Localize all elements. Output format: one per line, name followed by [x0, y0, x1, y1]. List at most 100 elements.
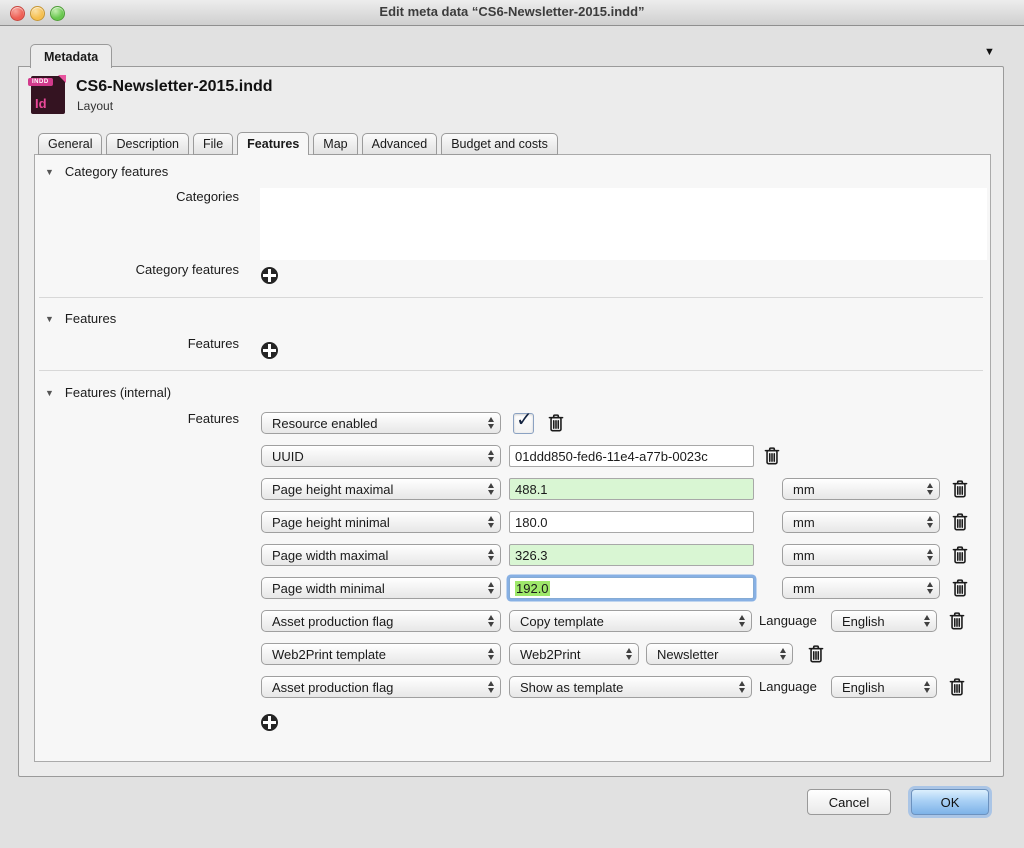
- categories-value-area[interactable]: [260, 188, 987, 260]
- trash-icon[interactable]: [952, 513, 968, 531]
- stepper-icon: [927, 582, 933, 594]
- trash-icon[interactable]: [949, 612, 965, 630]
- ok-button[interactable]: OK: [911, 789, 989, 815]
- feature-key-dropdown[interactable]: Web2Print template: [261, 643, 501, 665]
- newsletter-dropdown[interactable]: Newsletter: [646, 643, 793, 665]
- stepper-icon: [488, 483, 494, 495]
- selected-text: 192.0: [515, 581, 550, 596]
- web2print-dropdown[interactable]: Web2Print: [509, 643, 639, 665]
- features-tab-content: ▼ Category features Categories Category …: [34, 154, 991, 762]
- feature-key-dropdown[interactable]: Asset production flag: [261, 676, 501, 698]
- trash-icon[interactable]: [952, 546, 968, 564]
- stepper-icon: [488, 516, 494, 528]
- stepper-icon: [927, 516, 933, 528]
- feature-key-dropdown[interactable]: Page width minimal: [261, 577, 501, 599]
- feature-key-dropdown[interactable]: Asset production flag: [261, 610, 501, 632]
- internal-features-label: Features: [35, 411, 239, 427]
- uuid-input[interactable]: 01ddd850-fed6-11e4-a77b-0023c: [509, 445, 754, 467]
- trash-icon[interactable]: [548, 414, 564, 432]
- unit-dropdown[interactable]: mm: [782, 544, 940, 566]
- page-height-minimal-input[interactable]: 180.0: [509, 511, 754, 533]
- categories-label: Categories: [35, 189, 239, 205]
- stepper-icon: [739, 615, 745, 627]
- section-header-features[interactable]: ▼ Features: [45, 311, 116, 326]
- section-divider: [39, 370, 983, 371]
- panel-menu-arrow-icon[interactable]: ▼: [984, 47, 995, 58]
- add-category-feature-button[interactable]: [261, 267, 278, 284]
- add-feature-button[interactable]: [261, 342, 278, 359]
- stepper-icon: [927, 549, 933, 561]
- category-features-label: Category features: [35, 262, 239, 278]
- metadata-panel: INDD Id CS6-Newsletter-2015.indd Layout …: [18, 66, 1004, 777]
- section-title: Features: [65, 311, 116, 326]
- title-bar: Edit meta data “CS6-Newsletter-2015.indd…: [0, 0, 1024, 26]
- language-dropdown[interactable]: English: [831, 676, 937, 698]
- tab-bar: General Description File Features Map Ad…: [38, 132, 558, 155]
- trash-icon[interactable]: [952, 579, 968, 597]
- stepper-icon: [924, 615, 930, 627]
- stepper-icon: [488, 615, 494, 627]
- unit-dropdown[interactable]: mm: [782, 577, 940, 599]
- section-header-features-internal[interactable]: ▼ Features (internal): [45, 385, 171, 400]
- document-subtitle: Layout: [77, 99, 113, 113]
- unit-dropdown[interactable]: mm: [782, 478, 940, 500]
- disclosure-triangle-icon[interactable]: ▼: [45, 167, 54, 177]
- section-title: Features (internal): [65, 385, 171, 400]
- page-height-maximal-input[interactable]: 488.1: [509, 478, 754, 500]
- tab-metadata-label: Metadata: [44, 50, 98, 64]
- cancel-button[interactable]: Cancel: [807, 789, 891, 815]
- stepper-icon: [488, 648, 494, 660]
- stepper-icon: [488, 549, 494, 561]
- section-divider: [39, 297, 983, 298]
- feature-key-dropdown[interactable]: Page height minimal: [261, 511, 501, 533]
- tab-file[interactable]: File: [193, 133, 233, 155]
- resource-enabled-checkbox[interactable]: ✓: [513, 413, 534, 434]
- section-title: Category features: [65, 164, 168, 179]
- features-label: Features: [35, 336, 239, 352]
- feature-key-dropdown[interactable]: Resource enabled: [261, 412, 501, 434]
- stepper-icon: [780, 648, 786, 660]
- language-label: Language: [759, 610, 817, 632]
- trash-icon[interactable]: [764, 447, 780, 465]
- stepper-icon: [626, 648, 632, 660]
- tab-general[interactable]: General: [38, 133, 102, 155]
- feature-key-dropdown[interactable]: Page width maximal: [261, 544, 501, 566]
- add-internal-feature-button[interactable]: [261, 714, 278, 731]
- stepper-icon: [488, 450, 494, 462]
- stepper-icon: [924, 681, 930, 693]
- section-header-category-features[interactable]: ▼ Category features: [45, 164, 168, 179]
- stepper-icon: [488, 582, 494, 594]
- tab-budget-and-costs[interactable]: Budget and costs: [441, 133, 558, 155]
- unit-dropdown[interactable]: mm: [782, 511, 940, 533]
- trash-icon[interactable]: [952, 480, 968, 498]
- tab-description[interactable]: Description: [106, 133, 189, 155]
- file-type-badge: INDD: [28, 78, 53, 86]
- language-label: Language: [759, 676, 817, 698]
- tab-map[interactable]: Map: [313, 133, 357, 155]
- flag-value-dropdown[interactable]: Show as template: [509, 676, 752, 698]
- disclosure-triangle-icon[interactable]: ▼: [45, 314, 54, 324]
- trash-icon[interactable]: [949, 678, 965, 696]
- document-title: CS6-Newsletter-2015.indd: [76, 78, 273, 96]
- feature-key-dropdown[interactable]: UUID: [261, 445, 501, 467]
- indesign-id-glyph: Id: [35, 96, 47, 111]
- indesign-file-icon: INDD Id: [31, 76, 65, 114]
- tab-metadata[interactable]: Metadata: [30, 44, 112, 68]
- page-width-minimal-input[interactable]: 192.0: [509, 577, 754, 599]
- stepper-icon: [927, 483, 933, 495]
- disclosure-triangle-icon[interactable]: ▼: [45, 388, 54, 398]
- window-title: Edit meta data “CS6-Newsletter-2015.indd…: [0, 4, 1024, 19]
- edit-metadata-window: Edit meta data “CS6-Newsletter-2015.indd…: [0, 0, 1024, 848]
- page-fold-icon: [58, 75, 66, 83]
- language-dropdown[interactable]: English: [831, 610, 937, 632]
- tab-features[interactable]: Features: [237, 132, 309, 155]
- tab-advanced[interactable]: Advanced: [362, 133, 438, 155]
- check-icon: ✓: [516, 407, 533, 432]
- stepper-icon: [739, 681, 745, 693]
- trash-icon[interactable]: [808, 645, 824, 663]
- flag-value-dropdown[interactable]: Copy template: [509, 610, 752, 632]
- stepper-icon: [488, 417, 494, 429]
- page-width-maximal-input[interactable]: 326.3: [509, 544, 754, 566]
- stepper-icon: [488, 681, 494, 693]
- feature-key-dropdown[interactable]: Page height maximal: [261, 478, 501, 500]
